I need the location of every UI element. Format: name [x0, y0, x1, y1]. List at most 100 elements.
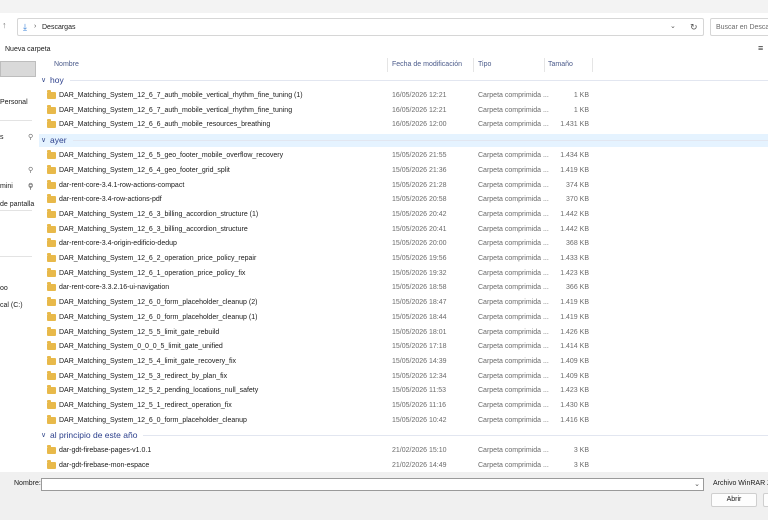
file-type: Carpeta comprimida ...: [478, 210, 549, 218]
file-name: DAR_Matching_System_12_5_5_limit_gate_re…: [59, 328, 220, 336]
table-row[interactable]: DAR_Matching_System_12_6_4_geo_footer_gr…: [39, 164, 768, 179]
window-top-strip: [0, 0, 768, 13]
column-header-date[interactable]: Fecha de modificación: [392, 60, 462, 70]
open-button[interactable]: Abrir: [711, 493, 757, 507]
table-row[interactable]: DAR_Matching_System_12_5_1_redirect_oper…: [39, 399, 768, 414]
filename-input[interactable]: ⌄: [41, 478, 704, 491]
filename-label: Nombre:: [14, 480, 41, 487]
sidebar-item[interactable]: mini: [0, 182, 13, 192]
column-header-type[interactable]: Tipo: [478, 60, 491, 70]
pin-icon: ⚲: [28, 134, 34, 141]
table-row[interactable]: DAR_Matching_System_12_6_2_operation_pri…: [39, 252, 768, 267]
group-divider: [143, 435, 768, 437]
table-row[interactable]: DAR_Matching_System_12_6_1_operation_pri…: [39, 267, 768, 282]
sidebar-item[interactable]: s: [0, 133, 4, 143]
table-row[interactable]: DAR_Matching_System_12_5_2_pending_locat…: [39, 384, 768, 399]
file-date: 15/05/2026 11:16: [392, 402, 446, 409]
column-header-size[interactable]: Tamaño: [548, 60, 573, 70]
chevron-down-icon[interactable]: ⌄: [670, 21, 676, 33]
table-row[interactable]: DAR_Matching_System_12_6_3_billing_accor…: [39, 208, 768, 223]
sidebar-item[interactable]: oo: [0, 284, 8, 294]
file-size: 374 KB: [566, 181, 589, 189]
file-size: 3 KB: [573, 462, 589, 470]
table-row[interactable]: DAR_Matching_System_12_5_3_redirect_by_p…: [39, 370, 768, 385]
file-size: 1.419 KB: [560, 299, 589, 307]
search-box[interactable]: Buscar en Descargas: [710, 18, 768, 36]
table-row[interactable]: DAR_Matching_System_12_6_6_auth_mobile_r…: [39, 118, 768, 133]
refresh-icon[interactable]: ↻: [690, 21, 698, 33]
table-row[interactable]: DAR_Matching_System_12_6_0_form_placehol…: [39, 311, 768, 326]
sidebar-item[interactable]: de pantalla: [0, 200, 34, 210]
file-type: Carpeta comprimida ...: [478, 372, 549, 380]
column-divider[interactable]: [592, 58, 593, 72]
file-date: 15/05/2026 18:44: [392, 313, 447, 321]
file-type: Carpeta comprimida ...: [478, 299, 549, 307]
table-row[interactable]: dar-gdt-firebase-pages-v1.0.1 21/02/2026 …: [39, 444, 768, 459]
file-size: 366 KB: [566, 284, 589, 292]
group-label: hoy: [50, 75, 64, 85]
table-row[interactable]: DAR_Matching_System_12_6_0_form_placehol…: [39, 414, 768, 429]
chevron-down-icon[interactable]: ∨: [41, 135, 46, 146]
table-row[interactable]: dar-rent-core-3.4-row-actions-pdf 15/05/2…: [39, 193, 768, 208]
file-date: 15/05/2026 21:55: [392, 152, 447, 160]
file-size: 1.442 KB: [560, 225, 589, 233]
chevron-down-icon[interactable]: ⌄: [694, 480, 700, 490]
sidebar-item[interactable]: Personal: [0, 98, 28, 108]
file-size: 1.409 KB: [560, 357, 589, 365]
file-size: 1.431 KB: [560, 121, 589, 129]
table-row[interactable]: DAR_Matching_System_12_6_0_form_placehol…: [39, 296, 768, 311]
file-name: DAR_Matching_System_12_6_1_operation_pri…: [59, 269, 246, 277]
table-row[interactable]: DAR_Matching_System_12_5_5_limit_gate_re…: [39, 326, 768, 341]
sidebar-divider: [0, 256, 32, 257]
file-type: Carpeta comprimida ...: [478, 462, 549, 470]
table-row[interactable]: DAR_Matching_System_0_0_0_5_limit_gate_u…: [39, 340, 768, 355]
file-type: Carpeta comprimida ...: [478, 225, 549, 233]
column-divider[interactable]: [544, 58, 545, 72]
table-row[interactable]: dar-rent-core-3.4-origin-edificio-dedup 1…: [39, 237, 768, 252]
file-date: 15/05/2026 21:28: [392, 181, 447, 189]
new-folder-button[interactable]: Nueva carpeta: [5, 44, 51, 55]
navigation-pane: Personal s ⚲ ⚲ ⚲ mini ⚲ de pantalla oo cal (C:): [0, 59, 37, 472]
zip-folder-icon: [47, 326, 56, 336]
table-row[interactable]: DAR_Matching_System_12_5_4_limit_gate_re…: [39, 355, 768, 370]
table-row[interactable]: DAR_Matching_System_12_6_3_billing_accor…: [39, 223, 768, 238]
cancel-button[interactable]: [763, 493, 768, 507]
file-name: DAR_Matching_System_12_6_2_operation_pri…: [59, 255, 257, 262]
file-name: DAR_Matching_System_12_6_3_billing_accor…: [59, 210, 259, 218]
chevron-right-icon[interactable]: ›: [34, 21, 36, 33]
address-box[interactable]: ⤓ › Descargas ⌄ ↻: [17, 18, 704, 36]
zip-folder-icon: [47, 223, 56, 233]
address-folder[interactable]: Descargas: [42, 22, 75, 33]
chevron-down-icon[interactable]: ∨: [41, 430, 46, 441]
file-size: 1.430 KB: [560, 402, 589, 409]
sidebar-selected-item[interactable]: [0, 61, 36, 77]
sidebar-item[interactable]: cal (C:): [0, 301, 23, 311]
table-row[interactable]: DAR_Matching_System_12_6_7_auth_mobile_v…: [39, 89, 768, 104]
group-header[interactable]: ∨ al principio de este año: [39, 429, 768, 442]
column-header-name[interactable]: Nombre: [54, 60, 79, 70]
group-header[interactable]: ∨ ayer: [39, 134, 768, 148]
file-type-select[interactable]: Archivo WinRAR ZIP: [713, 479, 768, 489]
file-date: 15/05/2026 14:39: [392, 357, 447, 365]
up-arrow-icon[interactable]: ↑: [2, 18, 12, 32]
table-row[interactable]: dar-rent-core-3.3.2.16-ui-navigation 15/0…: [39, 281, 768, 296]
zip-folder-icon: [47, 311, 56, 321]
file-date: 21/02/2026 14:49: [392, 462, 447, 470]
file-type: Carpeta comprimida ...: [478, 328, 549, 336]
file-size: 1.416 KB: [560, 416, 589, 424]
zip-folder-icon: [47, 341, 56, 351]
view-options-icon[interactable]: ≡: [758, 43, 763, 54]
table-row[interactable]: DAR_Matching_System_12_6_7_auth_mobile_v…: [39, 104, 768, 119]
file-size: 1.426 KB: [560, 328, 589, 336]
file-date: 16/05/2026 12:21: [392, 92, 447, 99]
table-row[interactable]: dar-rent-core-3.4.1-row-actions-compact 1…: [39, 179, 768, 194]
file-date: 15/05/2026 20:41: [392, 225, 447, 233]
column-divider[interactable]: [387, 58, 388, 72]
file-date: 15/05/2026 17:18: [392, 343, 447, 351]
chevron-down-icon[interactable]: ∨: [41, 75, 46, 86]
file-name: dar-rent-core-3.4-row-actions-pdf: [59, 196, 162, 204]
group-header[interactable]: ∨ hoy: [39, 74, 768, 87]
table-row[interactable]: DAR_Matching_System_12_6_5_geo_footer_mo…: [39, 149, 768, 164]
column-divider[interactable]: [473, 58, 474, 72]
search-input[interactable]: Buscar en Descargas: [716, 22, 768, 33]
